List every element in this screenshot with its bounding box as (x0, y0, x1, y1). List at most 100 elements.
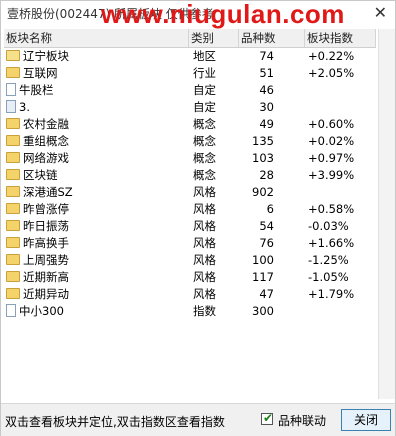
cell-count: 28 (259, 168, 274, 182)
block-name: 3. (19, 100, 30, 114)
cell-count: 6 (266, 202, 274, 216)
status-text: 双击查看板块并定位,双击指数区查看指数 (5, 415, 225, 429)
table-body: 辽宁板块 地区 74 +0.22% 互联网 行业 51 +2.05% 牛股栏 自定 46 3. 自定 30… (4, 48, 376, 320)
cell-count: 46 (259, 83, 274, 97)
cell-index[interactable]: +1.66% (308, 235, 354, 252)
linkage-checkbox[interactable]: ✔ (261, 411, 274, 425)
folder-icon (6, 169, 20, 180)
vertical-scrollbar[interactable] (378, 29, 395, 399)
cell-name: 网络游戏 (6, 150, 69, 167)
checkmark-icon: ✔ (263, 411, 274, 425)
table-row[interactable]: 网络游戏 概念 103 +0.97% (4, 150, 376, 167)
table-row[interactable]: 区块链 概念 28 +3.99% (4, 167, 376, 184)
table-row[interactable]: 近期新高 风格 117 -1.05% (4, 269, 376, 286)
header-type[interactable]: 类别 (189, 29, 239, 47)
cell-type: 风格 (193, 185, 216, 199)
table-row[interactable]: 重组概念 概念 135 +0.02% (4, 133, 376, 150)
header-name[interactable]: 板块名称 (4, 29, 189, 47)
cell-count: 300 (252, 304, 274, 318)
cell-name: 牛股栏 (6, 82, 54, 99)
cell-index[interactable]: -0.03% (308, 218, 349, 235)
folder-icon (6, 271, 20, 282)
cell-type: 概念 (193, 151, 216, 165)
cell-index[interactable]: -1.25% (308, 252, 349, 269)
table-row[interactable]: 近期异动 风格 47 +1.79% (4, 286, 376, 303)
header-index[interactable]: 板块指数 (305, 29, 376, 47)
table-row[interactable]: 中小300 指数 300 (4, 303, 376, 320)
cell-type: 概念 (193, 117, 216, 131)
block-name: 重组概念 (23, 134, 69, 148)
block-name: 农村金融 (23, 117, 69, 131)
block-name: 昨曾涨停 (23, 202, 69, 216)
folder-icon (6, 152, 20, 163)
cell-type: 风格 (193, 219, 216, 233)
cell-count: 902 (252, 185, 274, 199)
cell-count: 51 (259, 66, 274, 80)
cell-type: 自定 (193, 83, 216, 97)
cell-index[interactable]: +3.99% (308, 167, 354, 184)
cell-count: 117 (252, 270, 274, 284)
folder-icon (6, 67, 20, 78)
cell-index[interactable]: +0.60% (308, 116, 354, 133)
block-name: 中小300 (19, 304, 64, 318)
cell-name: 昨高换手 (6, 235, 69, 252)
cell-index[interactable]: -1.05% (308, 269, 349, 286)
table-row[interactable]: 昨高换手 风格 76 +1.66% (4, 235, 376, 252)
table-row[interactable]: 牛股栏 自定 46 (4, 82, 376, 99)
block-name: 区块链 (23, 168, 58, 182)
block-name: 网络游戏 (23, 151, 69, 165)
block-name: 近期异动 (23, 287, 69, 301)
cell-index[interactable]: +0.22% (308, 48, 354, 65)
cell-name: 3. (6, 99, 30, 116)
cell-index[interactable]: +2.05% (308, 65, 354, 82)
cell-name: 近期新高 (6, 269, 69, 286)
table-row[interactable]: 农村金融 概念 49 +0.60% (4, 116, 376, 133)
cell-count: 103 (252, 151, 274, 165)
close-icon[interactable]: ✕ (374, 3, 387, 22)
header-count[interactable]: 品种数 (239, 29, 305, 47)
block-name: 深港通SZ (23, 185, 73, 199)
block-name: 牛股栏 (19, 83, 54, 97)
cell-index[interactable]: +0.58% (308, 201, 354, 218)
cell-name: 深港通SZ (6, 184, 73, 201)
cell-name: 农村金融 (6, 116, 69, 133)
folder-icon (6, 135, 20, 146)
linkage-label[interactable]: 品种联动 (278, 412, 326, 429)
cell-type: 指数 (193, 304, 216, 318)
cell-type: 风格 (193, 287, 216, 301)
document-icon (6, 304, 16, 317)
cell-name: 重组概念 (6, 133, 69, 150)
cell-count: 100 (252, 253, 274, 267)
table-row[interactable]: 昨曾涨停 风格 6 +0.58% (4, 201, 376, 218)
table-row[interactable]: 昨日振荡 风格 54 -0.03% (4, 218, 376, 235)
cell-type: 概念 (193, 168, 216, 182)
table-row[interactable]: 辽宁板块 地区 74 +0.22% (4, 48, 376, 65)
cell-type: 行业 (193, 66, 216, 80)
block-name: 昨日振荡 (23, 219, 69, 233)
cell-count: 49 (259, 117, 274, 131)
folder-icon (6, 118, 20, 129)
cell-type: 地区 (193, 49, 216, 63)
table-row[interactable]: 3. 自定 30 (4, 99, 376, 116)
footer-bar: 双击查看板块并定位,双击指数区查看指数 ✔ 品种联动 关闭 (1, 403, 395, 436)
folder-icon (6, 203, 20, 214)
block-name: 上周强势 (23, 253, 69, 267)
table-row[interactable]: 互联网 行业 51 +2.05% (4, 65, 376, 82)
cell-index[interactable]: +0.97% (308, 150, 354, 167)
cell-count: 54 (259, 219, 274, 233)
table-header: 板块名称 类别 品种数 板块指数 (4, 29, 376, 48)
table-row[interactable]: 上周强势 风格 100 -1.25% (4, 252, 376, 269)
cell-name: 昨日振荡 (6, 218, 69, 235)
block-name: 辽宁板块 (23, 49, 69, 63)
cell-index[interactable]: +1.79% (308, 286, 354, 303)
table-row[interactable]: 深港通SZ 风格 902 (4, 184, 376, 201)
cell-type: 风格 (193, 270, 216, 284)
block-name: 近期新高 (23, 270, 69, 284)
folder-icon (6, 220, 20, 231)
cell-name: 昨曾涨停 (6, 201, 69, 218)
close-button[interactable]: 关闭 (341, 409, 391, 431)
cell-count: 30 (259, 100, 274, 114)
cell-name: 辽宁板块 (6, 48, 69, 65)
cell-name: 互联网 (6, 65, 58, 82)
cell-index[interactable]: +0.02% (308, 133, 354, 150)
